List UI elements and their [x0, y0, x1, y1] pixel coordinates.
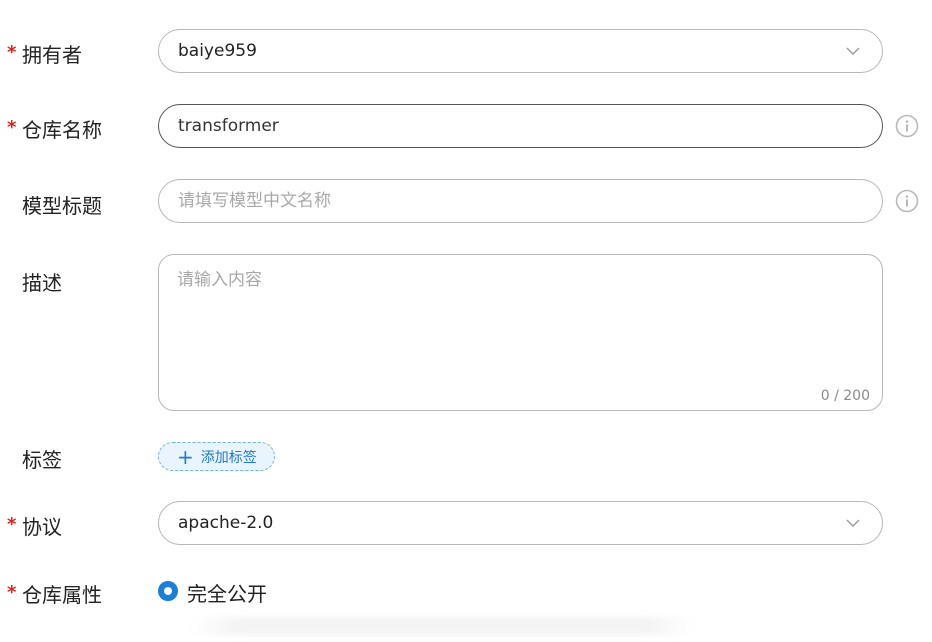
visibility-label: 仓库属性 [22, 583, 102, 607]
tags-label: 标签 [22, 448, 62, 472]
repo-name-required-mark: * [7, 117, 17, 138]
radio-selected-icon[interactable] [158, 581, 178, 601]
description-field[interactable]: 0 / 200 [158, 254, 883, 411]
repo-name-input[interactable] [178, 116, 818, 136]
info-circle-icon[interactable] [895, 189, 919, 213]
repo-name-label: 仓库名称 [22, 118, 102, 142]
owner-required-mark: * [7, 42, 17, 63]
add-tag-button[interactable]: + 添加标签 [158, 442, 275, 471]
license-select[interactable]: apache-2.0 [158, 501, 883, 545]
description-char-counter: 0 / 200 [820, 388, 870, 404]
visibility-required-mark: * [7, 582, 17, 603]
info-circle-icon[interactable] [895, 114, 919, 138]
faded-hint-text [190, 617, 695, 635]
model-title-field[interactable] [158, 179, 883, 223]
description-textarea[interactable] [177, 265, 857, 375]
model-title-input[interactable] [178, 191, 818, 211]
add-tag-label: 添加标签 [200, 449, 257, 466]
visibility-option-label[interactable]: 完全公开 [187, 578, 267, 607]
owner-select[interactable]: baiye959 [158, 29, 883, 73]
repo-name-field[interactable] [158, 104, 883, 148]
model-title-label: 模型标题 [22, 194, 102, 218]
plus-icon: + [177, 444, 194, 469]
chevron-down-icon [846, 47, 860, 55]
license-select-value: apache-2.0 [178, 513, 274, 533]
license-label: 协议 [22, 515, 62, 539]
chevron-down-icon [846, 519, 860, 527]
owner-select-value: baiye959 [178, 41, 257, 61]
owner-label: 拥有者 [22, 43, 82, 67]
description-label: 描述 [22, 271, 62, 295]
license-required-mark: * [7, 514, 17, 535]
